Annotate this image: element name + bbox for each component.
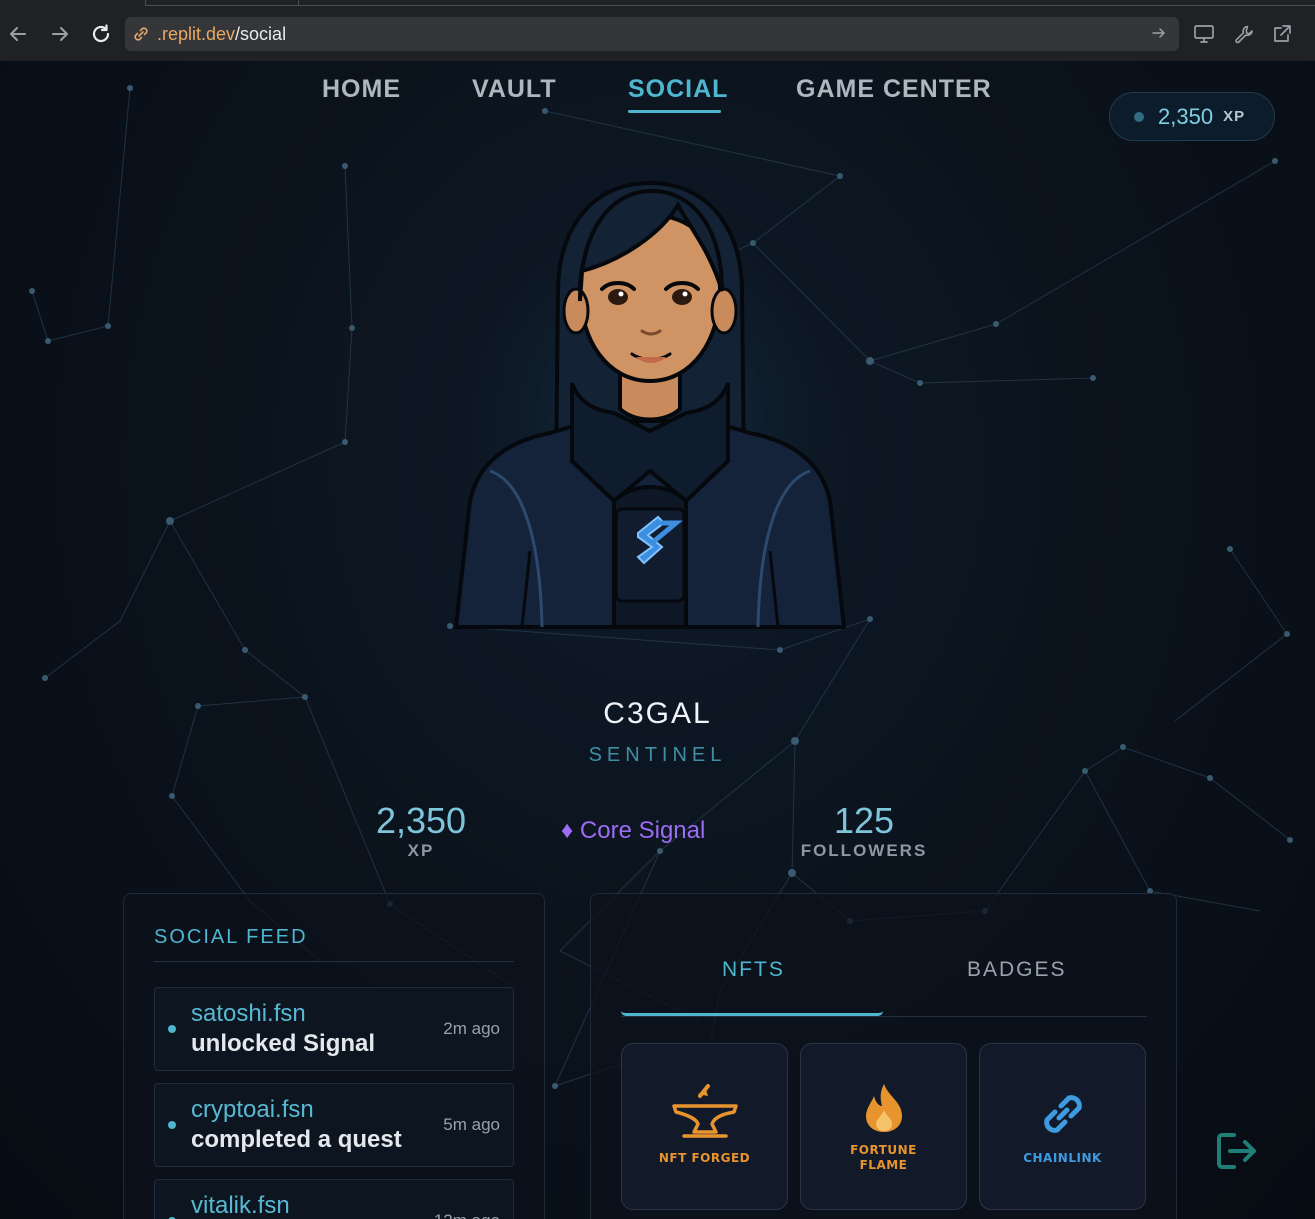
nav-home[interactable]: HOME (322, 75, 401, 104)
nft-label: FORTUNE FLAME (801, 1143, 966, 1173)
link-icon (134, 27, 148, 41)
go-arrow-icon[interactable] (1151, 25, 1167, 41)
feed-user[interactable]: satoshi.fsn (191, 1000, 306, 1028)
collection-card: NFTS BADGES NFT FORGED FORTUNE FLAME CHA… (590, 893, 1177, 1219)
back-button[interactable] (4, 20, 32, 48)
chain-link-icon (1044, 1095, 1082, 1133)
anvil-icon (672, 1084, 738, 1138)
xp-balance-badge: 2,350 XP (1109, 92, 1275, 141)
xp-stat: 2,350 XP (360, 801, 482, 861)
feed-item[interactable]: vitalik.fsn 12m ago (154, 1179, 514, 1219)
tab-strip (145, 0, 1315, 6)
feed-action: completed a quest (191, 1126, 402, 1153)
feed-time: 2m ago (443, 1019, 500, 1038)
profile-avatar (430, 171, 870, 641)
flame-icon (866, 1084, 902, 1132)
forward-button[interactable] (46, 20, 74, 48)
tabs-divider (621, 1016, 1147, 1017)
followers-stat: 125 FOLLOWERS (800, 801, 928, 861)
profile-username: C3GAL (603, 697, 712, 730)
followers-value: 125 (833, 800, 895, 841)
nft-card-fortune-flame[interactable]: FORTUNE FLAME (800, 1043, 967, 1210)
monitor-icon (1194, 25, 1214, 43)
external-link-icon (1274, 25, 1291, 42)
address-bar[interactable]: .replit.dev/social (125, 17, 1179, 51)
xp-balance-value: 2,350 (1158, 103, 1214, 129)
feed-user[interactable]: vitalik.fsn (191, 1192, 290, 1219)
xp-balance-unit: XP (1223, 108, 1246, 125)
nft-label: CHAINLINK (1023, 1151, 1102, 1165)
url-text: .replit.dev/social (157, 24, 286, 45)
devices-button[interactable] (1190, 20, 1218, 48)
tab-nfts[interactable]: NFTS (722, 958, 785, 982)
wrench-icon (1235, 25, 1253, 44)
avatar-illustration (453, 180, 847, 629)
open-new-tab-button[interactable] (1268, 20, 1296, 48)
feed-bullet (168, 1025, 176, 1033)
feed-user[interactable]: cryptoai.fsn (191, 1096, 314, 1124)
feed-bullet (168, 1121, 176, 1129)
nft-label: NFT FORGED (658, 1151, 751, 1165)
logout-button[interactable] (1214, 1129, 1262, 1173)
arrow-right-icon (52, 27, 68, 41)
feed-time: 5m ago (443, 1115, 500, 1134)
social-feed-card: SOCIAL FEED satoshi.fsn unlocked Signal … (123, 893, 545, 1219)
reload-button[interactable] (87, 20, 115, 48)
url-path: /social (235, 23, 287, 44)
nav-vault[interactable]: VAULT (472, 75, 557, 104)
url-host: .replit.dev (157, 23, 236, 44)
tab-badges[interactable]: BADGES (967, 958, 1067, 982)
xp-indicator-dot (1134, 111, 1144, 122)
feed-action: unlocked Signal (191, 1030, 376, 1057)
profile-rank: SENTINEL (588, 744, 727, 766)
nav-game-center[interactable]: GAME CENTER (796, 75, 992, 104)
reload-icon (92, 24, 110, 43)
nft-card-chainlink[interactable]: CHAINLINK (979, 1043, 1146, 1210)
devtools-button[interactable] (1230, 20, 1258, 48)
feed-item[interactable]: cryptoai.fsn completed a quest 5m ago (154, 1083, 514, 1167)
xp-stat-value: 2,350 (375, 800, 467, 841)
social-feed-title: SOCIAL FEED (154, 926, 308, 948)
tab-active-indicator (621, 1011, 883, 1016)
browser-toolbar: .replit.dev/social (0, 0, 1315, 62)
feed-time: 12m ago (434, 1211, 500, 1219)
app-viewport: HOME VAULT SOCIAL GAME CENTER 2,350 XP C… (0, 61, 1315, 1219)
nav-active-indicator (628, 110, 721, 113)
core-signal-badge: ♦ Core Signal (561, 817, 706, 844)
nft-card-forged[interactable]: NFT FORGED (621, 1043, 788, 1210)
divider (154, 961, 514, 962)
nft-label-line: FLAME (859, 1158, 908, 1172)
nav-social[interactable]: SOCIAL (628, 75, 728, 104)
nft-label-line: FORTUNE (850, 1143, 917, 1157)
xp-stat-label: XP (407, 841, 435, 860)
logout-icon (1217, 1133, 1256, 1169)
feed-item[interactable]: satoshi.fsn unlocked Signal 2m ago (154, 987, 514, 1071)
arrow-left-icon (10, 27, 26, 41)
followers-label: FOLLOWERS (800, 841, 928, 860)
